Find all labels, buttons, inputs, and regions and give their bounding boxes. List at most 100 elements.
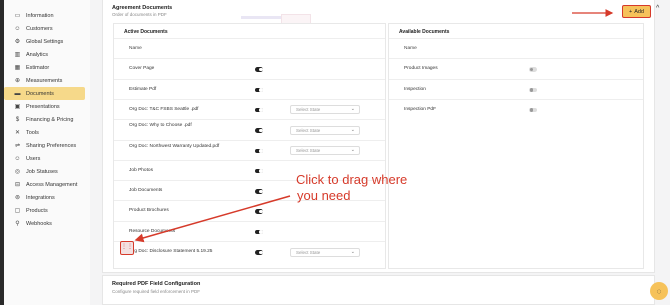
sidebar-item-label: Presentations [26, 103, 60, 110]
table-row[interactable]: Org Doc: T&C FSBS Seattle .pdf Select Sta… [114, 98, 385, 119]
sidebar-item-label: Analytics [26, 51, 49, 58]
table-row[interactable]: Cover Page [114, 58, 385, 78]
sidebar-item-estimator[interactable]: ▦ Estimator [4, 61, 90, 74]
chevron-down-icon: ⌄ [350, 248, 355, 255]
user-icon: ☺ [14, 25, 21, 32]
document-name: Inspection PdF [404, 106, 436, 112]
state-select-placeholder: Select State [296, 127, 321, 133]
document-toggle[interactable] [255, 229, 263, 235]
sidebar-item-financing-pricing[interactable]: $ Financing & Pricing [4, 113, 90, 126]
sidebar-item-customers[interactable]: ☺ Customers [4, 22, 90, 35]
sidebar-item-job-statuses[interactable]: ◎ Job Statuses [4, 165, 90, 178]
state-select[interactable]: Select State ⌄ [290, 146, 360, 155]
sidebar-item-label: Global Settings [26, 38, 64, 45]
document-name: Product Images [404, 66, 438, 72]
state-select[interactable]: Select State ⌄ [290, 125, 360, 135]
document-name: Product Brochures [129, 208, 169, 214]
sidebar-item-global-settings[interactable]: ⚙ Global Settings [4, 35, 90, 48]
table-row[interactable]: Org Doc: Why to Choose .pdf Select State ⌄ [114, 119, 385, 139]
sidebar-item-information[interactable]: ▭ Information [4, 9, 90, 22]
calculator-icon: ▦ [14, 64, 21, 71]
document-name: Estimate Pdf [129, 86, 157, 92]
document-toggle[interactable] [255, 189, 263, 194]
agreement-documents-card: Agreement Documents Order of documents i… [102, 0, 659, 273]
sidebar-item-presentations[interactable]: ▣ Presentations [4, 100, 90, 113]
table-row[interactable]: Inspection PdF [389, 98, 643, 119]
document-toggle[interactable] [255, 87, 263, 93]
document-toggle[interactable] [255, 168, 263, 174]
available-documents-panel: Available Documents Name Product Images In… [388, 23, 644, 269]
sidebar-item-users[interactable]: ☺ Users [4, 152, 90, 165]
sidebar-item-tools[interactable]: ✕ Tools [4, 126, 90, 139]
table-row[interactable]: Resource Documents [114, 220, 385, 241]
sidebar-item-webhooks[interactable]: ⚲ Webhooks [4, 217, 90, 230]
required-pdf-field-title: Required PDF Field Configuration [112, 281, 201, 287]
sidebar-item-label: Tools [26, 129, 39, 136]
agreement-documents-title: Agreement Documents [112, 5, 173, 11]
agreement-documents-subtitle: Order of documents in PDF [112, 12, 167, 17]
sidebar-item-products[interactable]: ▢ Products [4, 204, 90, 217]
state-select[interactable]: Select State ⌄ [290, 105, 360, 115]
sidebar-item-integrations[interactable]: ⊚ Integrations [4, 191, 90, 204]
state-select[interactable]: Select State ⌄ [290, 247, 360, 257]
sidebar-item-label: Users [26, 155, 41, 162]
document-toggle[interactable] [255, 250, 263, 255]
sidebar-item-label: Webhooks [26, 220, 52, 227]
document-toggle[interactable] [255, 148, 263, 153]
chevron-down-icon: ⌄ [350, 147, 355, 153]
sidebar-item-label: Measurements [26, 77, 63, 84]
document-toggle[interactable] [255, 128, 263, 133]
add-document-button[interactable]: + Add [622, 5, 651, 18]
wrench-icon: ✕ [14, 129, 21, 136]
ruler-icon: ⊕ [14, 77, 21, 84]
sidebar-item-label: Sharing Preferences [26, 142, 77, 149]
document-toggle[interactable] [255, 67, 263, 72]
required-pdf-field-subtitle: Configure required field enforcement in … [112, 289, 201, 294]
document-toggle[interactable] [529, 67, 537, 72]
collapse-chevron-icon[interactable]: ^ [656, 5, 659, 12]
document-toggle[interactable] [529, 87, 537, 93]
integrations-icon: ⊚ [14, 194, 21, 201]
sidebar-item-label: Information [26, 12, 54, 19]
sidebar-item-label: Documents [26, 90, 54, 97]
table-row[interactable]: Org Doc: Disclosure Statement 5.19.25 Sel… [114, 241, 385, 261]
document-name: Job Documents [129, 188, 163, 194]
chevron-down-icon: ⌄ [350, 106, 355, 113]
required-pdf-field-card: Required PDF Field Configuration Configu… [102, 275, 655, 305]
gear-icon: ⚙ [14, 38, 21, 45]
document-name: Inspection [404, 86, 426, 92]
document-name: Org Doc: Disclosure Statement 5.19.25 [129, 249, 213, 254]
table-row[interactable]: Org Doc: Northwest Warranty Updated.pdf S… [114, 139, 385, 160]
document-name: Org Doc: Northwest Warranty Updated.pdf [129, 143, 220, 149]
sidebar-item-label: Financing & Pricing [26, 116, 74, 123]
annotation-line-2: you need [297, 188, 351, 203]
document-toggle[interactable] [529, 107, 537, 113]
status-icon: ◎ [14, 168, 21, 175]
sidebar-item-measurements[interactable]: ⊕ Measurements [4, 74, 90, 87]
document-toggle[interactable] [255, 209, 263, 214]
table-row[interactable]: Product Images [389, 58, 643, 78]
sidebar-item-label: Integrations [26, 194, 55, 201]
add-button-label: Add [634, 8, 644, 15]
annotation-line-1: Click to drag where [296, 172, 408, 187]
document-toggle[interactable] [255, 107, 263, 113]
users-icon: ☺ [14, 155, 21, 162]
sidebar-item-analytics[interactable]: ▥ Analytics [4, 48, 90, 61]
drag-handle-icon[interactable]: ⋮⋮ [120, 241, 134, 255]
dollar-icon: $ [15, 116, 20, 123]
presentation-icon: ▣ [14, 103, 21, 110]
available-documents-heading: Available Documents [399, 29, 450, 35]
table-row[interactable]: Inspection [389, 78, 643, 99]
table-header-row: Name [389, 38, 643, 58]
folder-icon: ▬ [14, 90, 21, 97]
sidebar-item-access-management[interactable]: ⊟ Access Management [4, 178, 90, 191]
chat-support-icon[interactable]: ◌ [650, 282, 668, 300]
sidebar-item-documents[interactable]: ▬ Documents [4, 87, 85, 100]
name-column-header: Name [404, 46, 417, 51]
webhook-icon: ⚲ [15, 220, 20, 227]
id-card-icon: ▭ [14, 12, 21, 19]
state-select-placeholder: Select State [296, 249, 321, 255]
name-column-header: Name [129, 46, 142, 51]
sidebar-item-sharing-preferences[interactable]: ⇌ Sharing Preferences [4, 139, 90, 152]
table-row[interactable]: Estimate Pdf [114, 78, 385, 99]
